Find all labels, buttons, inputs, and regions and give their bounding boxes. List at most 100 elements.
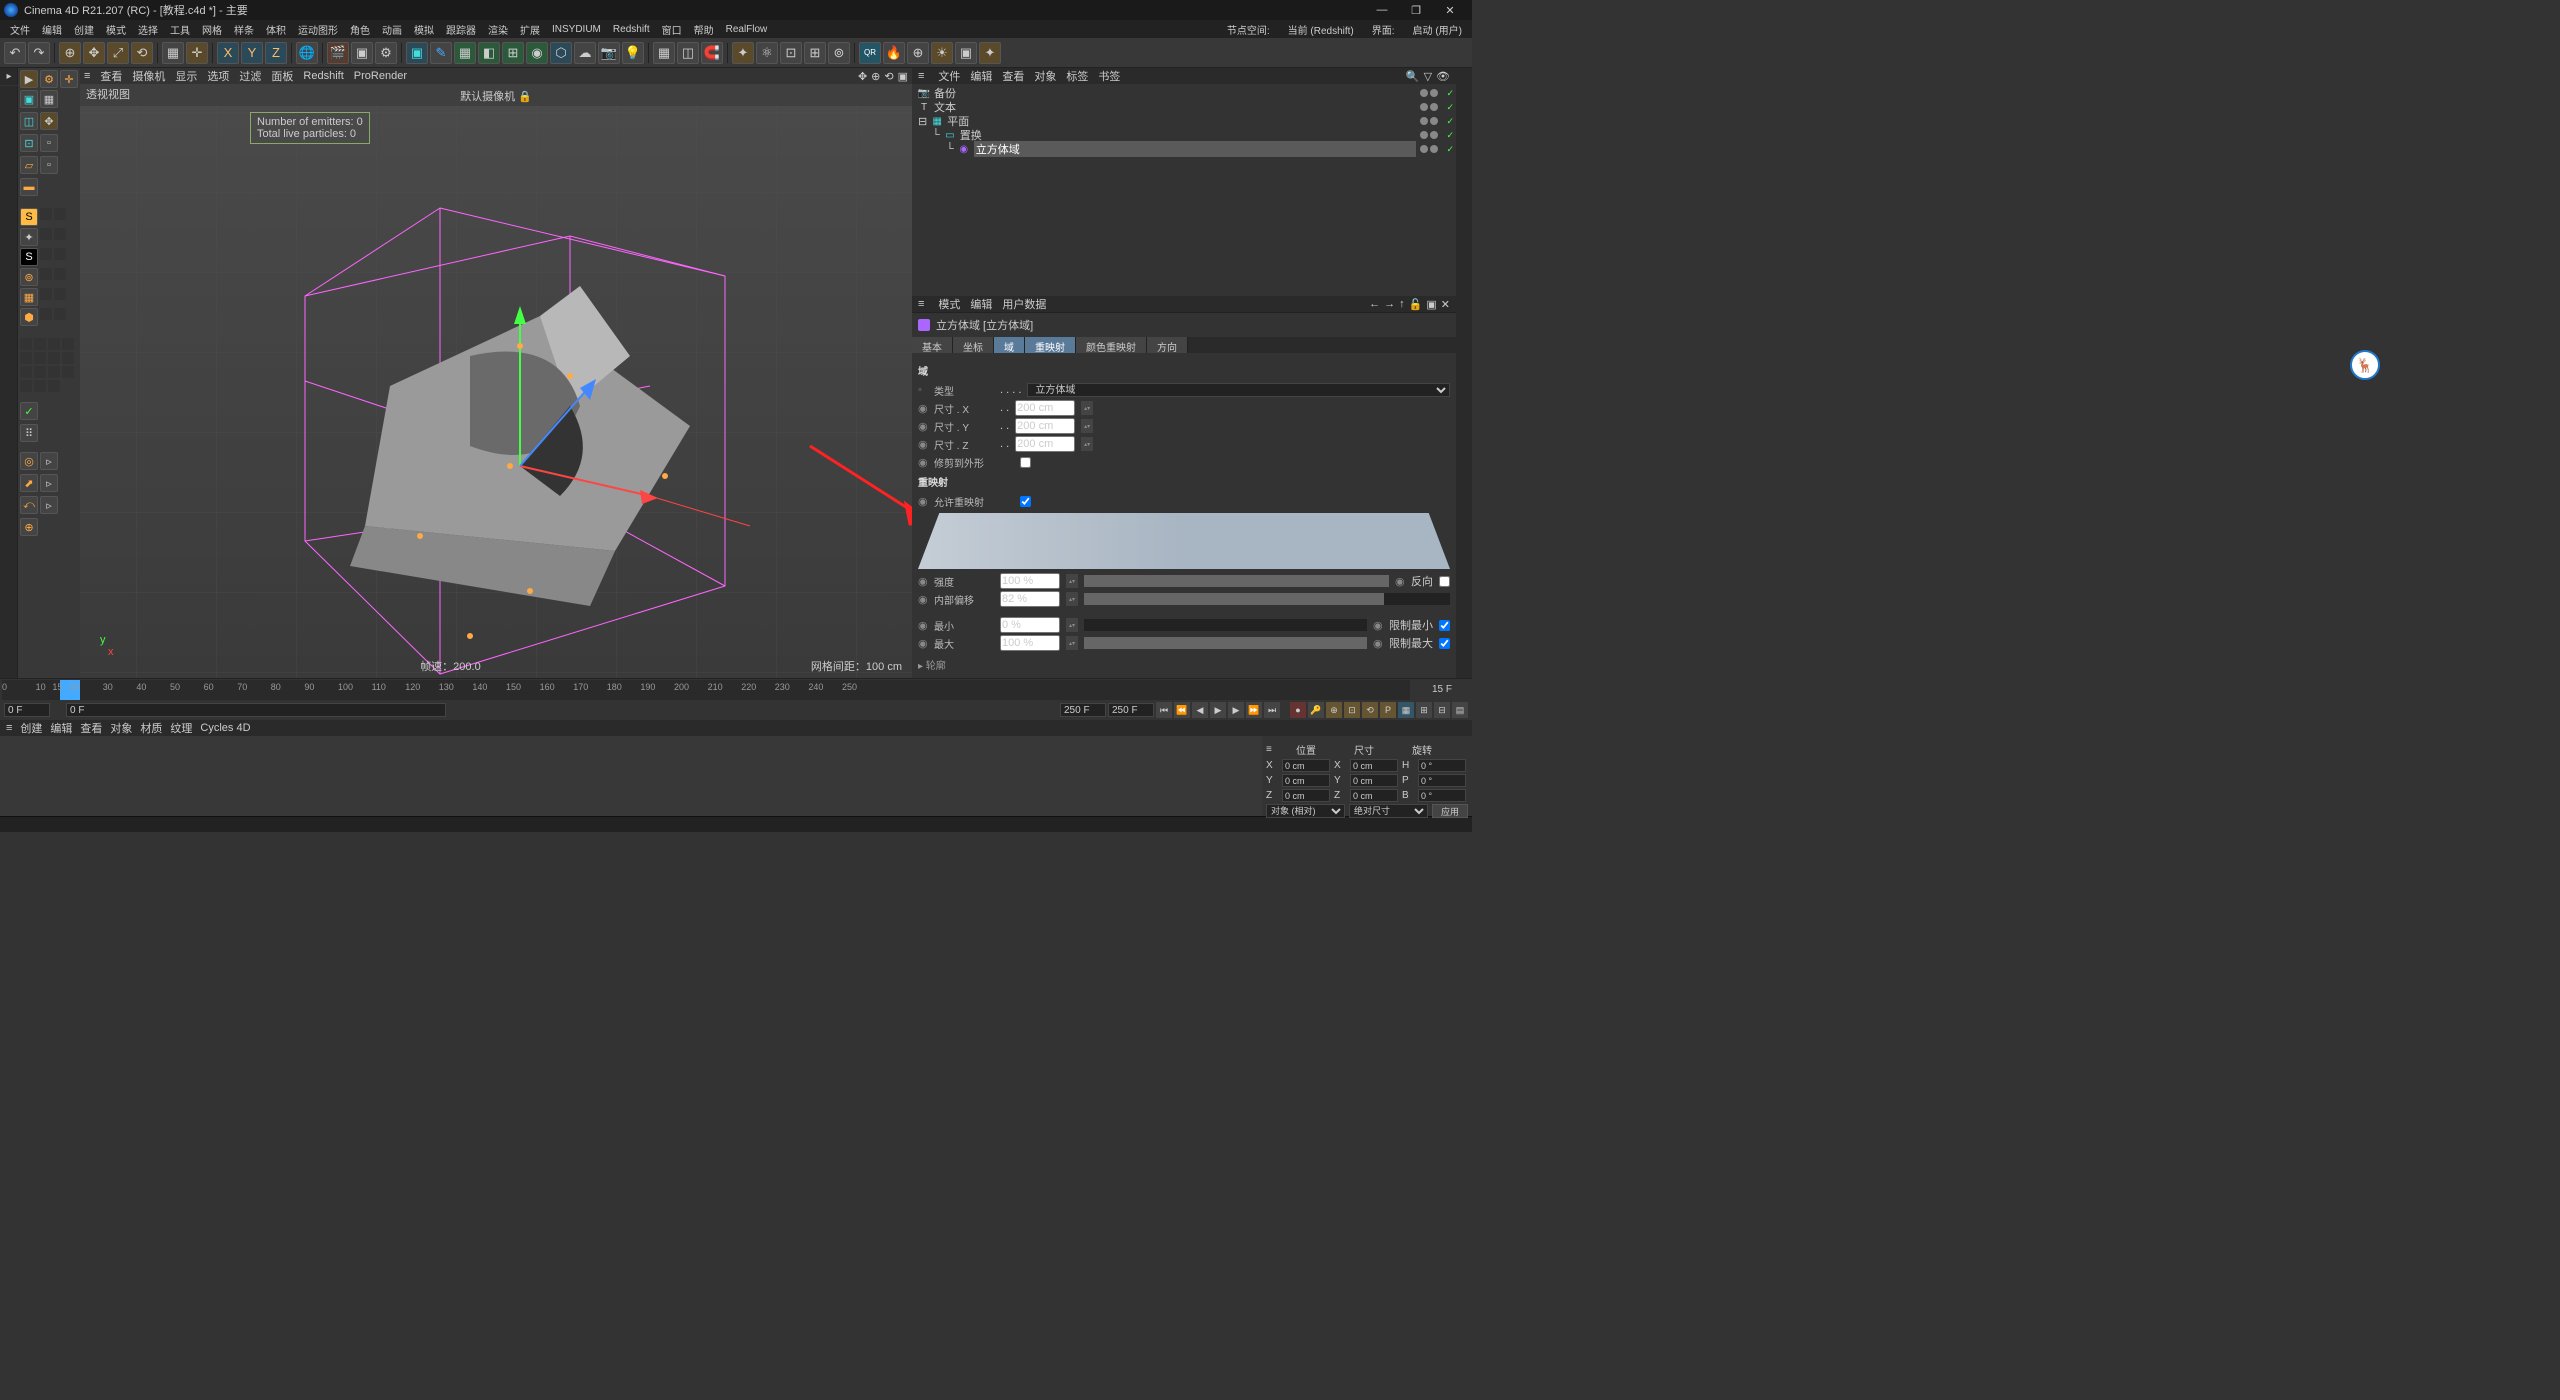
prev-frame-button[interactable]: ◀ (1192, 702, 1208, 718)
menu-item[interactable]: 渲染 (482, 20, 514, 39)
attr-tab[interactable]: 颜色重映射 (1076, 337, 1147, 353)
filter-icon[interactable]: ▽ (1424, 70, 1432, 83)
menu-item[interactable]: 角色 (344, 20, 376, 39)
render-region[interactable]: ▣ (351, 42, 373, 64)
visibility-icon[interactable]: ✓ (1446, 116, 1454, 127)
rs-render[interactable]: QR (859, 42, 881, 64)
bottom-tab[interactable]: 材质 (140, 720, 162, 736)
environment[interactable]: ☁ (574, 42, 596, 64)
point-mode[interactable]: ⊡ (20, 134, 38, 152)
size-z-input[interactable] (1015, 436, 1075, 452)
redo-button[interactable]: ↷ (28, 42, 50, 64)
viewport[interactable]: ≡ 查看摄像机显示选项过滤面板RedshiftProRender ✥ ⊕ ⟲ ▣… (80, 68, 912, 678)
bottom-tab[interactable]: 查看 (80, 720, 102, 736)
nav-2b[interactable]: ▹ (40, 474, 58, 492)
menu-item[interactable]: 模式 (100, 20, 132, 39)
hamburger-icon[interactable]: ≡ (6, 722, 12, 734)
strength-slider[interactable] (1084, 575, 1389, 587)
menu-item[interactable]: 选择 (132, 20, 164, 39)
vp-menu-item[interactable]: 摄像机 (132, 68, 165, 84)
select-tool[interactable]: ⊕ (59, 42, 81, 64)
min-slider[interactable] (1084, 619, 1367, 631)
visibility-icon[interactable]: ✓ (1446, 102, 1454, 113)
vp-menu-item[interactable]: Redshift (303, 70, 343, 82)
obj-menu-item[interactable]: 书签 (1098, 68, 1120, 84)
y-axis-button[interactable]: Y (241, 42, 263, 64)
xp-o3[interactable]: ⬢ (20, 308, 38, 326)
menu-item[interactable]: 窗口 (656, 20, 688, 39)
vp-menu-item[interactable]: 过滤 (239, 68, 261, 84)
spline-pen[interactable]: ✎ (430, 42, 452, 64)
rotate-tool[interactable]: ⟲ (131, 42, 153, 64)
move-tool[interactable]: ✥ (83, 42, 105, 64)
pos-y[interactable] (1282, 774, 1330, 787)
goto-start-button[interactable]: ⏮ (1156, 702, 1172, 718)
rot-p[interactable] (1418, 774, 1466, 787)
play-back-button[interactable]: ▶ (1210, 702, 1226, 718)
scale-tool[interactable]: ⤢ (107, 42, 129, 64)
axis-mode[interactable]: ✥ (40, 112, 58, 130)
tree-row[interactable]: └ ▭ 置换 ✓ (914, 128, 1454, 142)
tree-row[interactable]: └ ◉ 立方体域 ✓ (914, 142, 1454, 156)
menu-item[interactable]: 创建 (68, 20, 100, 39)
frame-end-a[interactable] (1060, 703, 1106, 717)
key-rot-button[interactable]: ⟲ (1362, 702, 1378, 718)
invert-checkbox[interactable] (1439, 576, 1450, 587)
tree-row[interactable]: 📷 备份 ✓ (914, 86, 1454, 100)
nav-fwd-icon[interactable]: → (1384, 298, 1395, 311)
hamburger-icon[interactable]: ≡ (918, 298, 924, 310)
sub-2[interactable]: ▫ (40, 156, 58, 174)
xp-o1[interactable]: ⊚ (20, 268, 38, 286)
nav-up-icon[interactable]: ↑ (1399, 298, 1405, 311)
xp-modifier[interactable]: ⊚ (828, 42, 850, 64)
size-x[interactable] (1350, 759, 1398, 772)
hamburger-icon[interactable]: ≡ (918, 70, 924, 82)
visibility-icon[interactable]: ✓ (1446, 130, 1454, 141)
obj-menu-item[interactable]: 文件 (938, 68, 960, 84)
menu-item[interactable]: 网格 (196, 20, 228, 39)
spinner-icon[interactable]: ▴▾ (1081, 437, 1093, 451)
viewport-canvas[interactable]: Number of emitters: 0 Total live particl… (80, 106, 912, 678)
generator-array[interactable]: ⊞ (502, 42, 524, 64)
vp-max-icon[interactable]: ▣ (898, 70, 908, 83)
next-frame-button[interactable]: ⏩ (1246, 702, 1262, 718)
clip-checkbox[interactable] (1020, 457, 1031, 468)
nav-1[interactable]: ◎ (20, 452, 38, 470)
pos-x[interactable] (1282, 759, 1330, 772)
vp-menu-item[interactable]: ProRender (354, 70, 407, 82)
max-slider[interactable] (1084, 637, 1367, 649)
close-panel-icon[interactable]: ✕ (1441, 298, 1450, 311)
key-pla-button[interactable]: ▦ (1398, 702, 1414, 718)
pos-z[interactable] (1282, 789, 1330, 802)
step-back-button[interactable]: ⏪ (1174, 702, 1190, 718)
camera-button[interactable]: 📷 (598, 42, 620, 64)
record-button[interactable]: ● (1290, 702, 1306, 718)
coord-system[interactable]: 🌐 (296, 42, 318, 64)
menu-item[interactable]: INSYDIUM (546, 22, 607, 37)
x-axis-button[interactable]: X (217, 42, 239, 64)
menu-item[interactable]: 编辑 (36, 20, 68, 39)
spinner-icon[interactable]: ▴▾ (1081, 419, 1093, 433)
menu-item[interactable]: 帮助 (688, 20, 720, 39)
key-opt3[interactable]: ▤ (1452, 702, 1468, 718)
rs-light[interactable]: ⊕ (907, 42, 929, 64)
hamburger-icon[interactable]: ≡ (1266, 744, 1278, 755)
model-mode[interactable]: ▣ (20, 90, 38, 108)
nav-3b[interactable]: ▹ (40, 496, 58, 514)
obj-menu-item[interactable]: 查看 (1002, 68, 1024, 84)
maximize-icon[interactable]: ❐ (1406, 4, 1426, 17)
deformer-button[interactable]: ⬡ (550, 42, 572, 64)
vp-menu-item[interactable]: 查看 (100, 68, 122, 84)
axis-lock[interactable]: ✛ (186, 42, 208, 64)
visibility-icon[interactable]: ✓ (1446, 88, 1454, 99)
vp-rotate-icon[interactable]: ⟲ (884, 70, 893, 83)
rs-proxy[interactable]: ▣ (955, 42, 977, 64)
size-x-input[interactable] (1015, 400, 1075, 416)
vp-hamburger-icon[interactable]: ≡ (84, 70, 90, 82)
menu-item[interactable]: 动画 (376, 20, 408, 39)
size-y[interactable] (1350, 774, 1398, 787)
min-input[interactable] (1000, 617, 1060, 633)
bottom-tab[interactable]: 对象 (110, 720, 132, 736)
node-space-value[interactable]: 当前 (Redshift) (1282, 21, 1360, 38)
xp-cache[interactable]: ⊡ (780, 42, 802, 64)
